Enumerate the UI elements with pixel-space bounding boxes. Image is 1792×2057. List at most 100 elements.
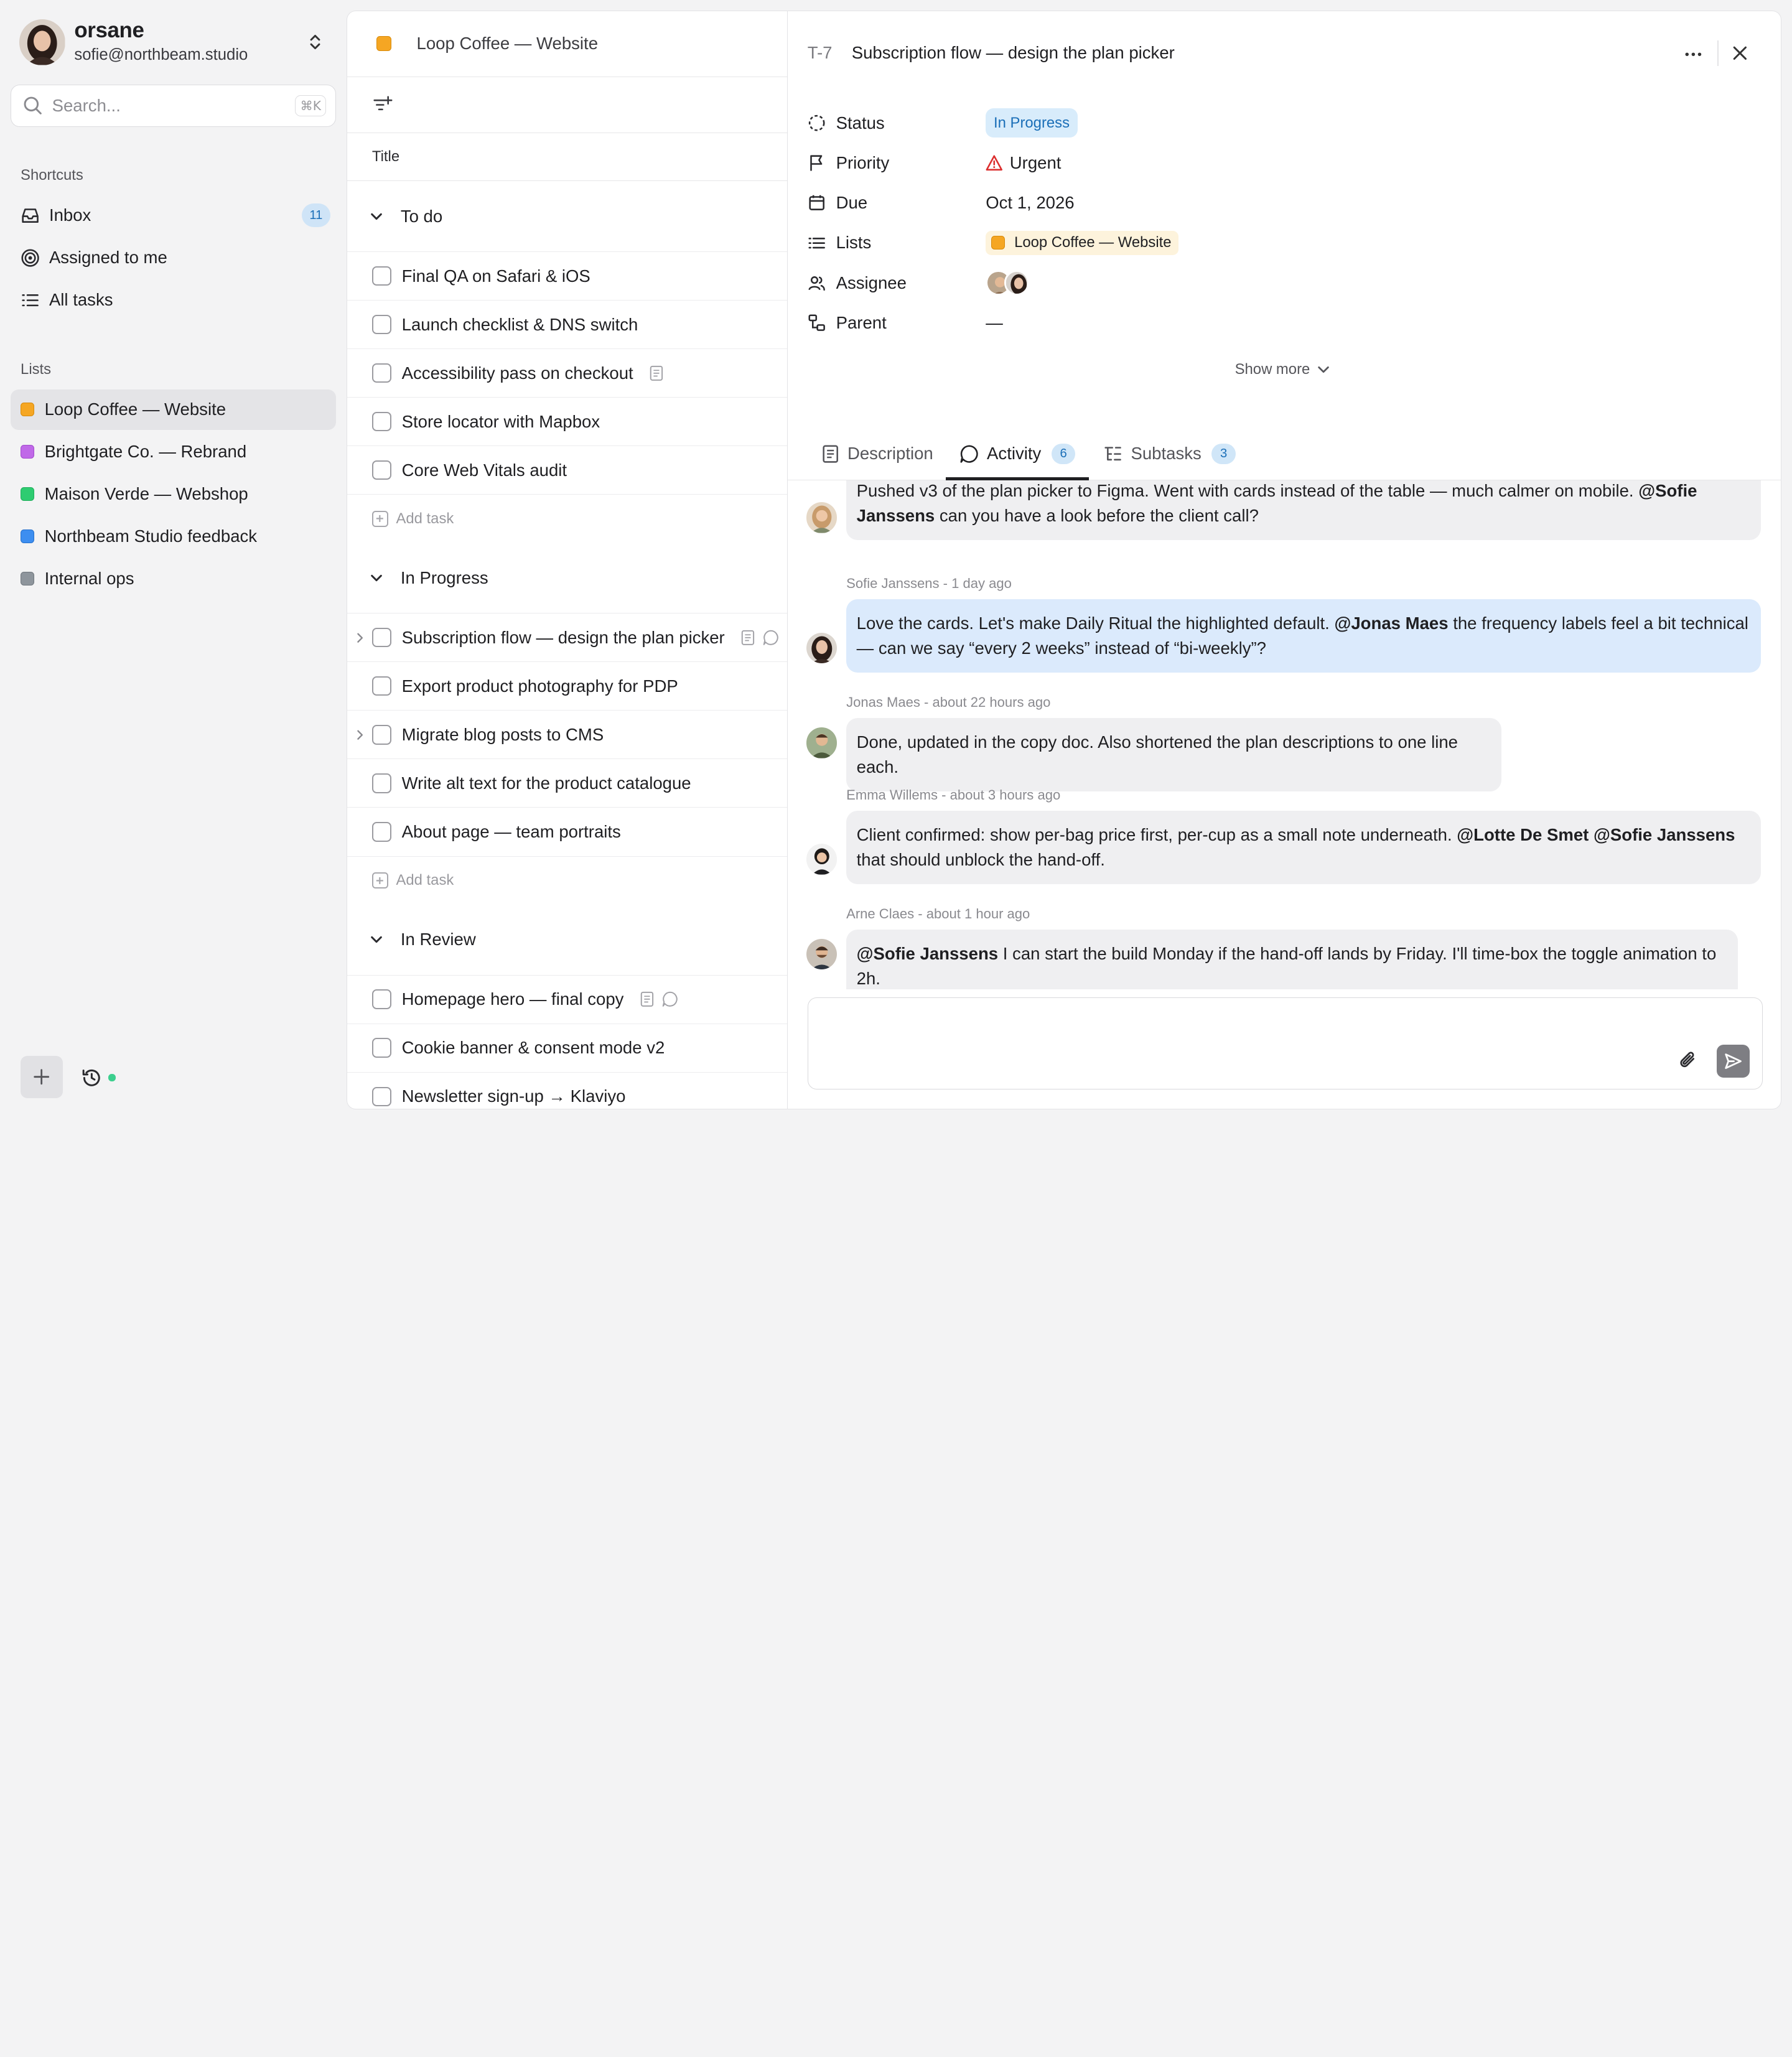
task-row[interactable]: About page — team portraits xyxy=(347,808,788,857)
shortcut-all-tasks[interactable]: All tasks xyxy=(11,280,336,320)
task-checkbox[interactable] xyxy=(371,773,392,793)
list-color-swatch xyxy=(21,529,35,544)
history-icon[interactable] xyxy=(80,1066,103,1089)
list-chip-label: Loop Coffee — Website xyxy=(1014,234,1172,251)
task-row[interactable]: Launch checklist & DNS switch xyxy=(347,301,788,350)
add-task-button[interactable]: Add task xyxy=(347,857,788,905)
task-title: Export product photography for PDP xyxy=(401,676,678,696)
search-icon xyxy=(24,96,42,115)
mention[interactable]: @Sofie Janssens xyxy=(857,944,998,963)
list-loop-coffee[interactable]: Loop Coffee — Website xyxy=(10,389,336,430)
comment-icon xyxy=(662,992,678,1007)
detail-header: T-7 Subscription flow — design the plan … xyxy=(808,43,1175,63)
assignee-avatars[interactable] xyxy=(986,270,1029,296)
group-title: In Review xyxy=(400,930,476,949)
search-input[interactable] xyxy=(52,95,296,116)
search-box[interactable]: ⌘K xyxy=(10,84,336,127)
mention[interactable]: @Jonas Maes xyxy=(1335,613,1449,633)
task-checkbox[interactable] xyxy=(371,266,392,286)
send-icon xyxy=(1725,1053,1742,1069)
column-header-title[interactable]: Title xyxy=(347,133,788,182)
comment-meta: Jonas Maes - about 22 hours ago xyxy=(846,694,1051,710)
close-icon[interactable] xyxy=(1729,42,1752,65)
group-header-in-review[interactable]: In Review xyxy=(347,905,788,976)
task-row[interactable]: Export product photography for PDP xyxy=(347,662,788,711)
task-row[interactable]: Store locator with Mapbox xyxy=(347,398,788,447)
chevron-down-icon xyxy=(1318,366,1330,373)
task-row[interactable]: Accessibility pass on checkout xyxy=(347,349,788,398)
filter-add-icon[interactable] xyxy=(372,95,393,115)
mention[interactable]: @Lotte De Smet xyxy=(1457,825,1589,844)
task-checkbox[interactable] xyxy=(371,363,392,383)
task-checkbox[interactable] xyxy=(371,1086,392,1106)
document-icon xyxy=(823,445,838,463)
due-date-value[interactable]: Oct 1, 2026 xyxy=(986,193,1074,213)
property-label: Due xyxy=(836,193,868,213)
tab-description[interactable]: Description xyxy=(821,427,933,480)
more-options-icon[interactable] xyxy=(1682,43,1705,66)
parent-value[interactable]: — xyxy=(986,313,1003,333)
new-item-button[interactable] xyxy=(21,1056,63,1099)
mention[interactable]: @Sofie Janssens xyxy=(1594,825,1735,844)
property-label: Assignee xyxy=(836,273,907,292)
task-checkbox[interactable] xyxy=(371,822,392,842)
task-checkbox[interactable] xyxy=(371,412,392,432)
list-maison-verde[interactable]: Maison Verde — Webshop xyxy=(11,474,336,514)
shortcut-inbox[interactable]: Inbox 11 xyxy=(11,195,336,235)
task-row[interactable]: Final QA on Safari & iOS xyxy=(347,252,788,301)
task-checkbox[interactable] xyxy=(371,725,392,745)
group-header-todo[interactable]: To do xyxy=(347,181,788,253)
priority-value[interactable]: Urgent xyxy=(986,153,1061,173)
task-checkbox[interactable] xyxy=(371,676,392,696)
list-chip[interactable]: Loop Coffee — Website xyxy=(986,230,1178,255)
shortcut-inbox-label: Inbox xyxy=(49,205,91,225)
comment-bubble: Love the cards. Let's make Daily Ritual … xyxy=(846,599,1761,673)
tab-activity[interactable]: Activity 6 xyxy=(959,427,1076,480)
task-checkbox[interactable] xyxy=(371,989,392,1009)
tab-subtasks[interactable]: Subtasks 3 xyxy=(1103,427,1236,480)
task-row[interactable]: Migrate blog posts to CMS xyxy=(347,711,788,760)
task-title: Cookie banner & consent mode v2 xyxy=(401,1038,665,1058)
comment-input[interactable] xyxy=(808,997,1763,1089)
activity-feed[interactable]: Pushed v3 of the plan picker to Figma. W… xyxy=(788,480,1781,989)
chevron-right-icon[interactable] xyxy=(354,729,365,740)
group-header-in-progress[interactable]: In Progress xyxy=(347,543,788,614)
task-row[interactable]: Core Web Vitals audit xyxy=(347,446,788,495)
list-label: Maison Verde — Webshop xyxy=(44,484,248,504)
group-title: To do xyxy=(400,206,443,226)
plus-box-icon xyxy=(371,872,388,889)
list-internal-ops[interactable]: Internal ops xyxy=(11,559,336,599)
sync-status-dot xyxy=(108,1074,116,1081)
property-due: Due Oct 1, 2026 xyxy=(808,189,1402,217)
paperclip-icon[interactable] xyxy=(1677,1049,1700,1072)
subtasks-count-badge: 3 xyxy=(1211,443,1236,464)
task-row[interactable]: Write alt text for the product catalogue xyxy=(347,759,788,808)
chevron-right-icon[interactable] xyxy=(354,632,365,643)
tab-label: Subtasks xyxy=(1131,444,1202,464)
status-badge[interactable]: In Progress xyxy=(986,108,1078,138)
task-row[interactable]: Newsletter sign-up → Klaviyo xyxy=(347,1073,788,1109)
comment-text xyxy=(1589,825,1594,844)
task-checkbox[interactable] xyxy=(371,628,392,648)
account-switcher[interactable]: orsane sofie@northbeam.studio xyxy=(19,19,330,65)
priority-label: Urgent xyxy=(1009,152,1062,172)
task-title-heading[interactable]: Subscription flow — design the plan pick… xyxy=(852,43,1175,63)
task-title: Newsletter sign-up → Klaviyo xyxy=(401,1086,626,1106)
task-row[interactable]: Cookie banner & consent mode v2 xyxy=(347,1024,788,1073)
task-checkbox[interactable] xyxy=(371,314,392,335)
show-more-button[interactable]: Show more xyxy=(1235,361,1331,378)
shortcut-assigned-label: Assigned to me xyxy=(49,248,167,268)
task-checkbox[interactable] xyxy=(371,1038,392,1058)
send-button[interactable] xyxy=(1716,1044,1750,1078)
task-title: Write alt text for the product catalogue xyxy=(401,773,691,793)
add-task-button[interactable]: Add task xyxy=(347,495,788,543)
comment-text: can you have a look before the client ca… xyxy=(935,506,1259,526)
list-brightgate[interactable]: Brightgate Co. — Rebrand xyxy=(11,432,336,472)
task-row[interactable]: Homepage hero — final copy xyxy=(347,976,788,1024)
task-checkbox[interactable] xyxy=(371,460,392,480)
inbox-icon xyxy=(22,208,39,223)
task-row[interactable]: Subscription flow — design the plan pick… xyxy=(347,613,788,663)
shortcut-assigned-to-me[interactable]: Assigned to me xyxy=(11,238,336,278)
list-northbeam-feedback[interactable]: Northbeam Studio feedback xyxy=(11,516,336,556)
chevron-up-down-icon[interactable] xyxy=(305,32,325,52)
